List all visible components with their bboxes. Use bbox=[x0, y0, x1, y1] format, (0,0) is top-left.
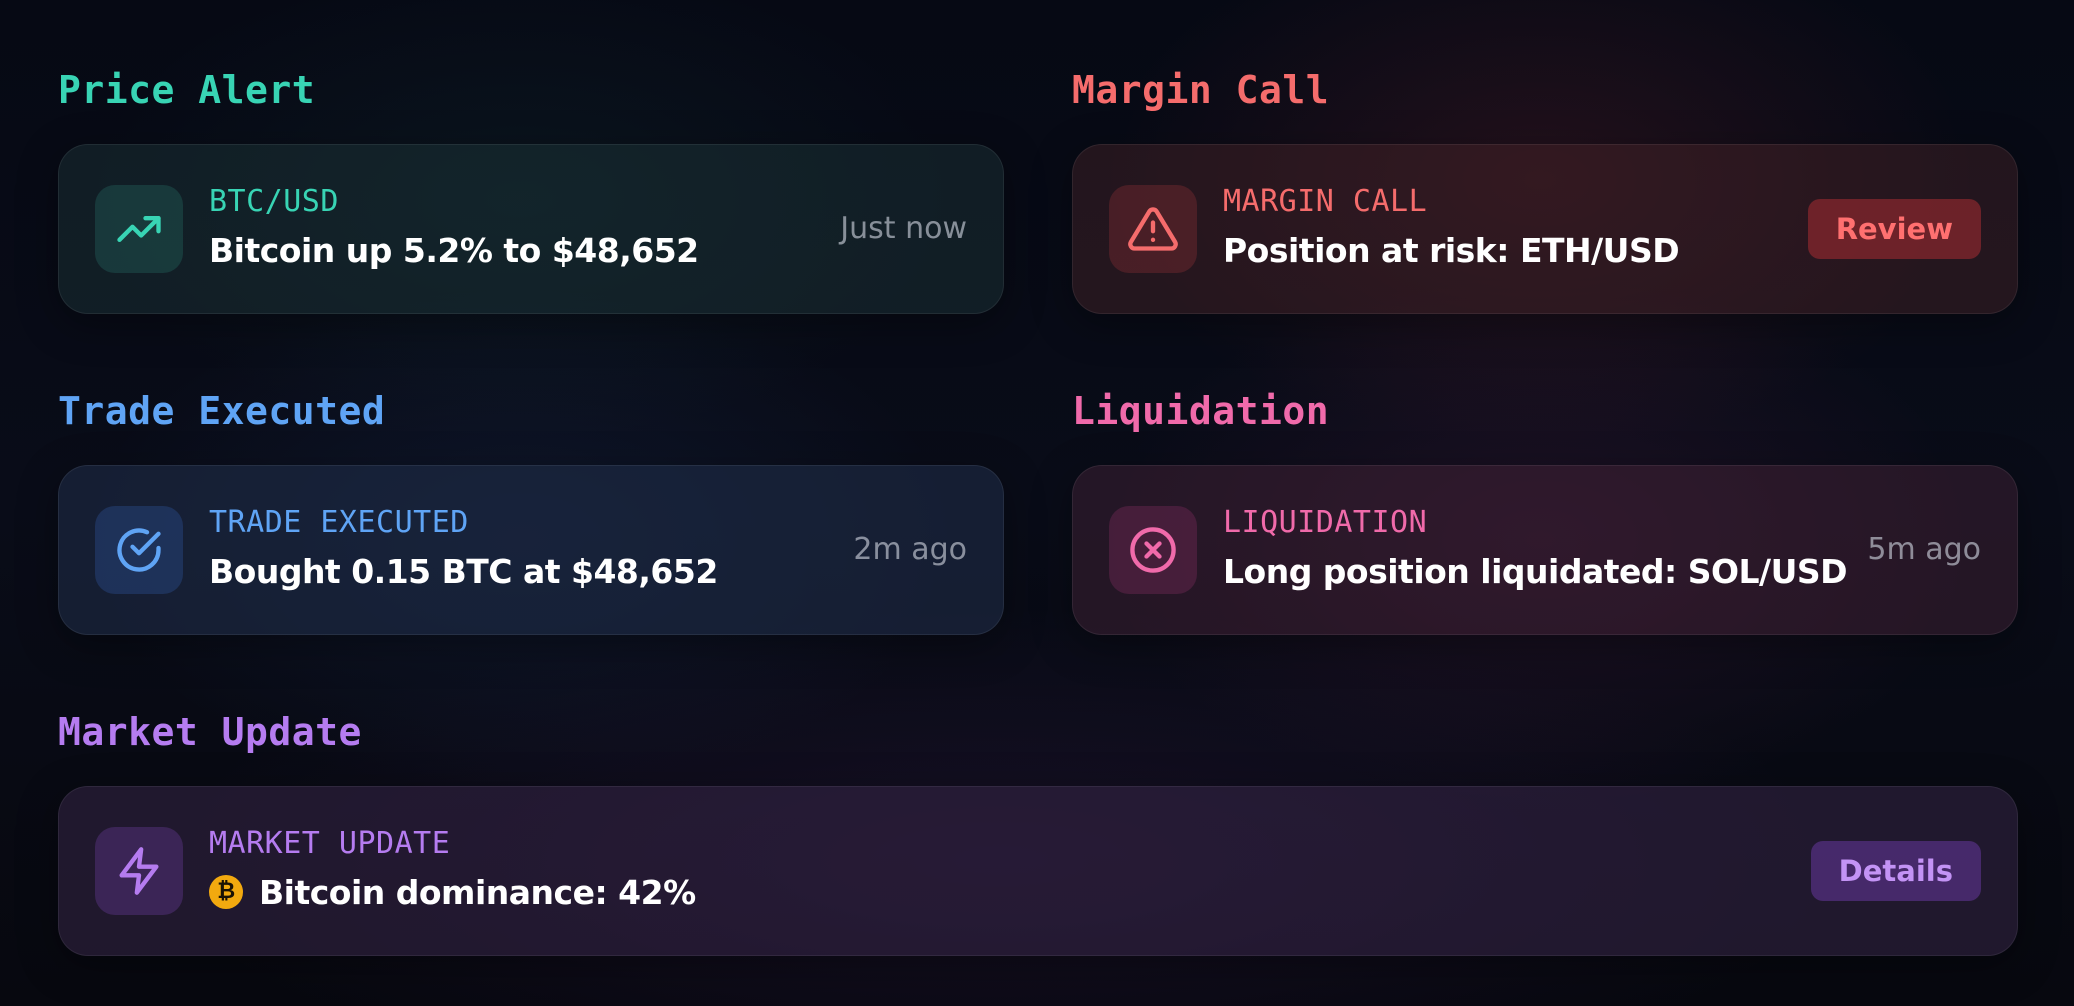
notification-message: Bought 0.15 BTC at $48,652 bbox=[209, 552, 718, 591]
trending-up-icon bbox=[95, 185, 183, 273]
trade-executed-notification[interactable]: TRADE EXECUTED Bought 0.15 BTC at $48,65… bbox=[58, 465, 1004, 635]
section-title: Market Update bbox=[58, 710, 362, 754]
warning-triangle-icon bbox=[1109, 185, 1197, 273]
review-button[interactable]: Review bbox=[1807, 199, 1981, 259]
notification-timestamp: 2m ago bbox=[853, 532, 967, 567]
section-title: Margin Call bbox=[1072, 68, 1330, 112]
notification-timestamp: Just now bbox=[840, 211, 967, 246]
price-alert-notification[interactable]: BTC/USD Bitcoin up 5.2% to $48,652 Just … bbox=[58, 144, 1004, 314]
section-title: Trade Executed bbox=[58, 389, 386, 433]
notification-timestamp: 5m ago bbox=[1867, 532, 1981, 567]
x-circle-icon bbox=[1109, 506, 1197, 594]
section-title: Price Alert bbox=[58, 68, 316, 112]
lightning-icon bbox=[95, 827, 183, 915]
liquidation-notification[interactable]: LIQUIDATION Long position liquidated: SO… bbox=[1072, 465, 2018, 635]
bitcoin-coin-icon: ₿ bbox=[209, 874, 243, 909]
notification-category: TRADE EXECUTED bbox=[209, 505, 469, 540]
notification-message: Bitcoin dominance: 42% bbox=[259, 873, 696, 912]
notification-message: Bitcoin up 5.2% to $48,652 bbox=[209, 231, 699, 270]
details-button[interactable]: Details bbox=[1810, 841, 1981, 901]
section-title: Liquidation bbox=[1072, 389, 1330, 433]
notification-category: MARKET UPDATE bbox=[209, 826, 451, 861]
notification-category: BTC/USD bbox=[209, 184, 339, 219]
notification-message: Position at risk: ETH/USD bbox=[1223, 231, 1680, 270]
notification-category: MARGIN CALL bbox=[1223, 184, 1428, 219]
market-update-notification[interactable]: MARKET UPDATE ₿ Bitcoin dominance: 42% De… bbox=[58, 786, 2018, 956]
margin-call-notification[interactable]: MARGIN CALL Position at risk: ETH/USD Re… bbox=[1072, 144, 2018, 314]
notification-message-row: ₿ Bitcoin dominance: 42% bbox=[209, 871, 696, 915]
notification-message: Long position liquidated: SOL/USD bbox=[1223, 552, 1848, 591]
notification-category: LIQUIDATION bbox=[1223, 505, 1428, 540]
check-circle-icon bbox=[95, 506, 183, 594]
